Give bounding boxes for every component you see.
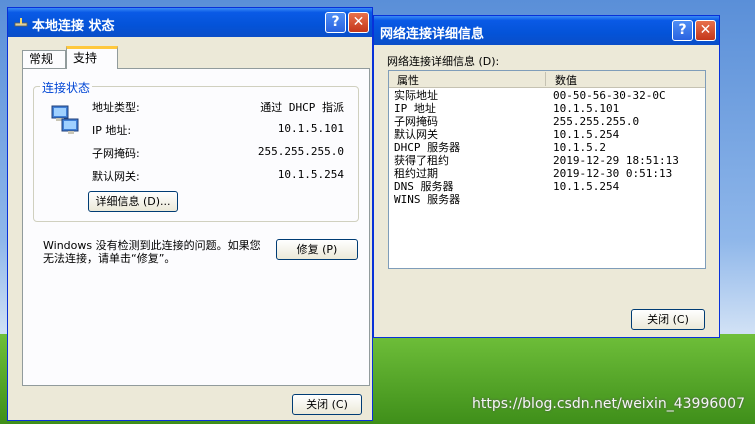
column-header-value[interactable]: 数值 xyxy=(555,72,577,88)
list-item[interactable]: 租约过期 2019-12-30 0:51:13 xyxy=(389,167,705,180)
property-value: 255.255.255.0 xyxy=(553,115,640,128)
property-value: 10.1.5.254 xyxy=(553,128,620,141)
list-item[interactable]: DNS 服务器 10.1.5.254 xyxy=(389,180,705,193)
list-item[interactable]: 实际地址 00-50-56-30-32-0C xyxy=(389,89,705,102)
status-window: 本地连接 状态 ? ✕ 常规 支持 连接状态 地址类型: 通过 DHCP 指派 … xyxy=(7,7,373,421)
subnet-mask-value: 255.255.255.0 xyxy=(257,145,344,158)
details-list-label: 网络连接详细信息 (D): xyxy=(387,55,500,68)
property-name: WINS 服务器 xyxy=(394,193,461,206)
property-name: 子网掩码 xyxy=(394,115,438,128)
property-name: 默认网关 xyxy=(394,128,438,141)
help-button[interactable]: ? xyxy=(325,12,346,33)
default-gateway-value: 10.1.5.254 xyxy=(277,168,344,181)
address-type-label: 地址类型: xyxy=(92,101,140,114)
window-close-button[interactable]: ✕ xyxy=(348,12,369,33)
list-item[interactable]: DHCP 服务器 10.1.5.2 xyxy=(389,141,705,154)
details-window-close-button[interactable]: ✕ xyxy=(695,20,716,41)
details-button[interactable]: 详细信息 (D)... xyxy=(88,191,178,212)
column-header-property[interactable]: 属性 xyxy=(397,72,419,88)
property-name: 实际地址 xyxy=(394,89,438,102)
watermark: https://blog.csdn.net/weixin_43996007 xyxy=(471,396,745,412)
property-value: 2019-12-29 18:51:13 xyxy=(553,154,679,167)
network-computers-icon xyxy=(51,105,79,134)
ip-address-label: IP 地址: xyxy=(92,124,132,137)
details-window-title: 网络连接详细信息 xyxy=(380,27,485,42)
connection-status-group: 连接状态 地址类型: 通过 DHCP 指派 IP 地址: 10.1.5.101 … xyxy=(33,79,359,222)
list-item[interactable]: 子网掩码 255.255.255.0 xyxy=(389,115,705,128)
status-close-button[interactable]: 关闭 (C) xyxy=(292,394,362,415)
property-name: 获得了租约 xyxy=(394,154,449,167)
details-window: 网络连接详细信息 ? ✕ 网络连接详细信息 (D): 属性 数值 实际地址 00-… xyxy=(373,15,720,338)
property-name: DHCP 服务器 xyxy=(394,141,461,154)
support-tab-panel: 连接状态 地址类型: 通过 DHCP 指派 IP 地址: 10.1.5.101 … xyxy=(22,68,370,386)
list-header: 属性 数值 xyxy=(389,71,705,88)
ip-address-value: 10.1.5.101 xyxy=(277,122,344,135)
repair-button[interactable]: 修复 (P) xyxy=(276,239,358,260)
column-separator[interactable] xyxy=(545,72,546,86)
default-gateway-label: 默认网关: xyxy=(92,170,140,183)
list-item[interactable]: 默认网关 10.1.5.254 xyxy=(389,128,705,141)
property-value: 10.1.5.254 xyxy=(553,180,620,193)
property-name: DNS 服务器 xyxy=(394,180,454,193)
tab-general[interactable]: 常规 xyxy=(22,50,66,68)
property-value: 10.1.5.101 xyxy=(553,102,620,115)
subnet-mask-label: 子网掩码: xyxy=(92,147,140,160)
group-label: 连接状态 xyxy=(40,79,93,96)
list-item[interactable]: WINS 服务器 xyxy=(389,193,705,206)
diagnostic-message: Windows 没有检测到此连接的问题。如果您无法连接，请单击“修复”。 xyxy=(43,239,261,265)
details-window-titlebar[interactable]: 网络连接详细信息 ? ✕ xyxy=(374,16,719,45)
property-value: 2019-12-30 0:51:13 xyxy=(553,167,673,180)
status-window-titlebar[interactable]: 本地连接 状态 ? ✕ xyxy=(8,8,372,37)
network-connection-icon xyxy=(14,18,28,27)
details-close-button[interactable]: 关闭 (C) xyxy=(631,309,705,330)
status-window-title: 本地连接 状态 xyxy=(32,19,115,34)
details-help-button[interactable]: ? xyxy=(672,20,693,41)
list-item[interactable]: IP 地址 10.1.5.101 xyxy=(389,102,705,115)
list-item[interactable]: 获得了租约 2019-12-29 18:51:13 xyxy=(389,154,705,167)
property-name: 租约过期 xyxy=(394,167,438,180)
address-type-value: 通过 DHCP 指派 xyxy=(260,101,344,114)
property-name: IP 地址 xyxy=(394,102,436,115)
details-list[interactable]: 属性 数值 实际地址 00-50-56-30-32-0C IP 地址 10.1.5.… xyxy=(388,70,706,269)
property-value: 10.1.5.2 xyxy=(553,141,606,154)
tab-support[interactable]: 支持 xyxy=(66,46,118,69)
property-value: 00-50-56-30-32-0C xyxy=(553,89,666,102)
